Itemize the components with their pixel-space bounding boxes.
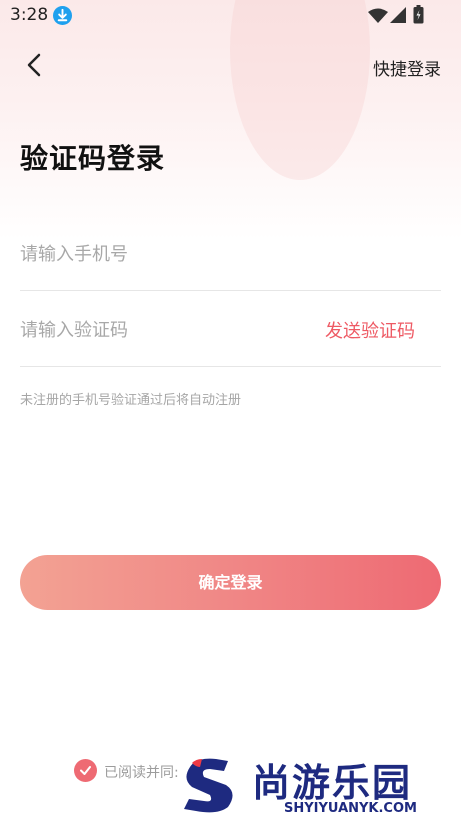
phone-row [20, 218, 441, 291]
battery-icon [413, 5, 424, 24]
confirm-login-button[interactable]: 确定登录 [20, 555, 441, 610]
check-icon [80, 766, 91, 775]
auto-register-hint: 未注册的手机号验证通过后将自动注册 [20, 393, 242, 408]
page-title: 验证码登录 [20, 142, 166, 175]
verification-code-input[interactable] [20, 314, 300, 346]
signal-icon [390, 7, 406, 23]
phone-input[interactable] [20, 238, 441, 270]
agreement-text: 已阅读并同: [104, 765, 179, 781]
watermark-logo-icon [184, 758, 233, 813]
watermark: 尚游乐园 SHYIYUANYK.COM [180, 750, 461, 820]
quick-login-link[interactable]: 快捷登录 [373, 55, 441, 80]
status-time: 3:28 [10, 5, 49, 25]
agreement-checkbox[interactable] [74, 759, 97, 782]
watermark-url: SHYIYUANYK.COM [284, 801, 417, 816]
status-bar: 3:28 [0, 0, 461, 32]
download-icon [53, 6, 72, 25]
watermark-text: 尚游乐园 [252, 761, 413, 805]
back-button[interactable] [18, 48, 52, 82]
wifi-icon [368, 8, 388, 23]
code-row: 发送验证码 [20, 294, 441, 367]
send-code-button[interactable]: 发送验证码 [325, 317, 415, 343]
chevron-left-icon [27, 53, 41, 77]
